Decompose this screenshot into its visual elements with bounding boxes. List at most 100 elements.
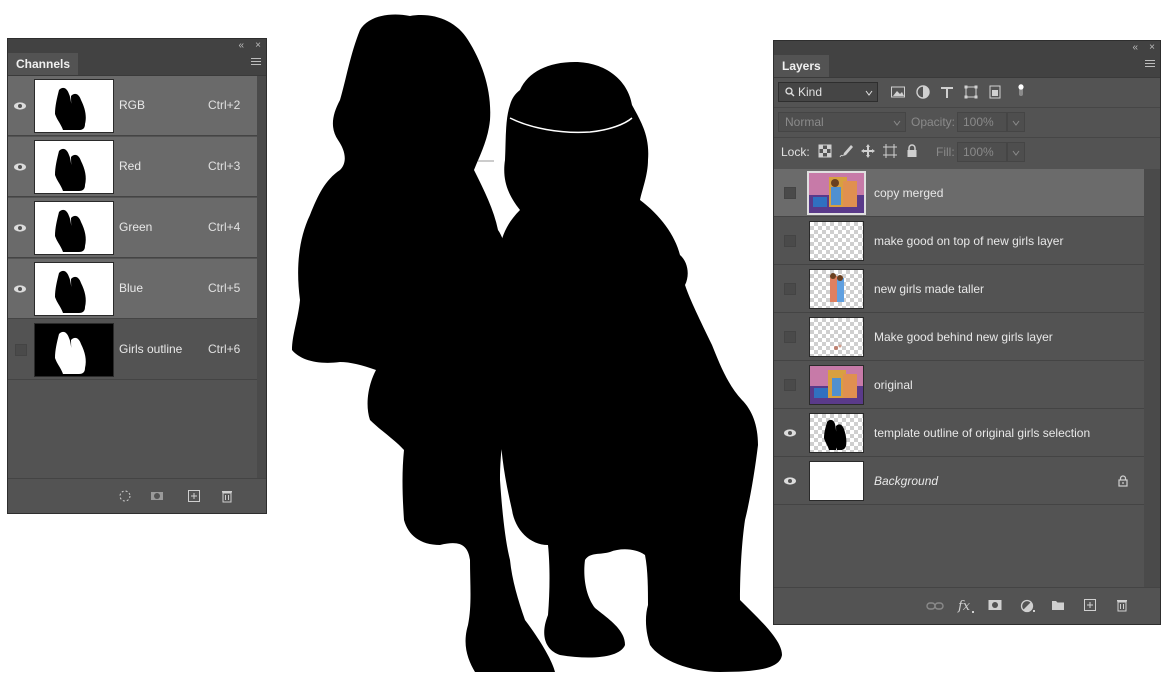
channel-name: Girls outline — [119, 342, 183, 356]
adjustment-layer-icon[interactable] — [1020, 599, 1036, 613]
layer-thumbnail — [807, 171, 866, 215]
panel-menu-icon[interactable] — [251, 58, 261, 68]
load-selection-icon[interactable] — [118, 489, 132, 503]
opacity-field[interactable]: 100% — [957, 112, 1007, 132]
visibility-toggle[interactable] — [15, 344, 27, 356]
layer-name[interactable]: template outline of original girls selec… — [874, 426, 1090, 440]
layer-filter-kind-dropdown[interactable]: Kind — [778, 82, 878, 102]
collapse-panel-icon[interactable]: « — [238, 39, 244, 53]
lock-artboard-icon[interactable] — [882, 143, 898, 159]
layer-row-copy-merged[interactable]: copy merged — [774, 169, 1144, 217]
visibility-toggle[interactable] — [784, 235, 796, 247]
layer-thumbnail — [809, 221, 864, 261]
visibility-toggle[interactable] — [784, 187, 796, 199]
layer-thumbnail — [809, 413, 864, 453]
filter-toggle-icon[interactable] — [1013, 82, 1029, 98]
eye-icon[interactable] — [13, 221, 27, 235]
layers-footer: fx — [774, 587, 1160, 624]
lock-icon — [1118, 475, 1128, 487]
layer-name[interactable]: new girls made taller — [874, 282, 984, 296]
layers-panel-titlebar[interactable]: « × — [774, 41, 1160, 55]
adjustment-filter-icon[interactable] — [915, 84, 931, 100]
channels-scrollbar[interactable] — [257, 76, 266, 479]
channel-thumbnail — [34, 201, 114, 255]
delete-channel-icon[interactable] — [220, 489, 234, 503]
channel-row-blue[interactable]: Blue Ctrl+5 — [8, 259, 258, 319]
layer-thumbnail — [809, 461, 864, 501]
layer-row-original[interactable]: original — [774, 361, 1144, 409]
link-layers-icon[interactable] — [926, 599, 944, 613]
eye-icon[interactable] — [783, 474, 797, 488]
layer-row-template-outline[interactable]: template outline of original girls selec… — [774, 409, 1144, 457]
tab-layers[interactable]: Layers — [774, 55, 829, 77]
close-panel-icon[interactable]: × — [255, 39, 261, 53]
channel-name: Blue — [119, 281, 144, 295]
fx-icon[interactable]: fx — [957, 598, 975, 614]
close-panel-icon[interactable]: × — [1149, 41, 1155, 55]
layers-scrollbar[interactable] — [1144, 169, 1160, 587]
opacity-dropdown-button[interactable] — [1007, 112, 1025, 132]
eye-icon[interactable] — [13, 282, 27, 296]
channels-panel: « × Channels RGB Ctrl+2 Red Ctrl+3 Green… — [7, 38, 267, 514]
layer-name[interactable]: Make good behind new girls layer — [874, 330, 1053, 344]
collapse-panel-icon[interactable]: « — [1132, 41, 1138, 55]
delete-layer-icon[interactable] — [1115, 598, 1129, 612]
channel-row-girls-outline[interactable]: Girls outline Ctrl+6 — [8, 320, 258, 380]
channel-shortcut: Ctrl+3 — [208, 159, 241, 173]
channel-name: RGB — [119, 98, 146, 112]
pixel-filter-icon[interactable] — [890, 84, 906, 100]
channels-footer — [8, 478, 266, 513]
new-channel-icon[interactable] — [187, 489, 201, 503]
eye-icon[interactable] — [13, 99, 27, 113]
shape-filter-icon[interactable] — [963, 84, 979, 100]
layer-mask-icon[interactable] — [988, 598, 1002, 612]
blend-mode-dropdown[interactable]: Normal — [778, 112, 906, 132]
channel-shortcut: Ctrl+4 — [208, 220, 241, 234]
channel-row-green[interactable]: Green Ctrl+4 — [8, 198, 258, 258]
channel-thumbnail — [34, 79, 114, 133]
fill-value: 100% — [963, 145, 994, 159]
eye-icon[interactable] — [13, 160, 27, 174]
layer-name[interactable]: Background — [874, 474, 938, 488]
layer-row-background[interactable]: Background — [774, 457, 1144, 505]
channel-row-rgb[interactable]: RGB Ctrl+2 — [8, 76, 258, 136]
chevron-down-icon — [865, 90, 873, 96]
layer-row-make-good-on-top[interactable]: make good on top of new girls layer — [774, 217, 1144, 265]
layer-row-new-girls-made-taller[interactable]: new girls made taller — [774, 265, 1144, 313]
new-layer-icon[interactable] — [1083, 598, 1097, 612]
lock-position-icon[interactable] — [860, 143, 876, 159]
channel-shortcut: Ctrl+5 — [208, 281, 241, 295]
lock-label: Lock: — [781, 145, 810, 159]
layer-thumbnail — [809, 269, 864, 309]
channels-panel-titlebar[interactable]: « × — [8, 39, 266, 53]
tab-channels[interactable]: Channels — [8, 53, 79, 75]
type-filter-icon[interactable] — [939, 84, 955, 100]
panel-menu-icon[interactable] — [1145, 60, 1155, 70]
channel-name: Green — [119, 220, 153, 234]
fill-field[interactable]: 100% — [957, 142, 1007, 162]
save-selection-icon[interactable] — [150, 489, 164, 503]
smart-object-filter-icon[interactable] — [987, 84, 1003, 100]
lock-all-icon[interactable] — [904, 143, 920, 159]
layer-row-make-good-behind[interactable]: Make good behind new girls layer — [774, 313, 1144, 361]
visibility-toggle[interactable] — [784, 379, 796, 391]
layer-thumbnail — [809, 365, 864, 405]
lock-image-pixels-icon[interactable] — [838, 143, 854, 159]
layer-thumbnail — [809, 317, 864, 357]
fill-dropdown-button[interactable] — [1007, 142, 1025, 162]
opacity-label: Opacity: — [911, 115, 956, 129]
eye-icon[interactable] — [783, 426, 797, 440]
svg-text:fx: fx — [957, 599, 971, 614]
visibility-toggle[interactable] — [784, 283, 796, 295]
blend-mode-value: Normal — [785, 115, 824, 129]
layer-name[interactable]: original — [874, 378, 913, 392]
visibility-toggle[interactable] — [784, 331, 796, 343]
layer-name[interactable]: copy merged — [874, 186, 943, 200]
layer-name[interactable]: make good on top of new girls layer — [874, 234, 1063, 248]
chevron-down-icon — [893, 120, 901, 126]
group-folder-icon[interactable] — [1051, 598, 1065, 612]
channel-shortcut: Ctrl+2 — [208, 98, 241, 112]
channel-row-red[interactable]: Red Ctrl+3 — [8, 137, 258, 197]
opacity-value: 100% — [963, 115, 994, 129]
lock-transparent-pixels-icon[interactable] — [817, 143, 833, 159]
